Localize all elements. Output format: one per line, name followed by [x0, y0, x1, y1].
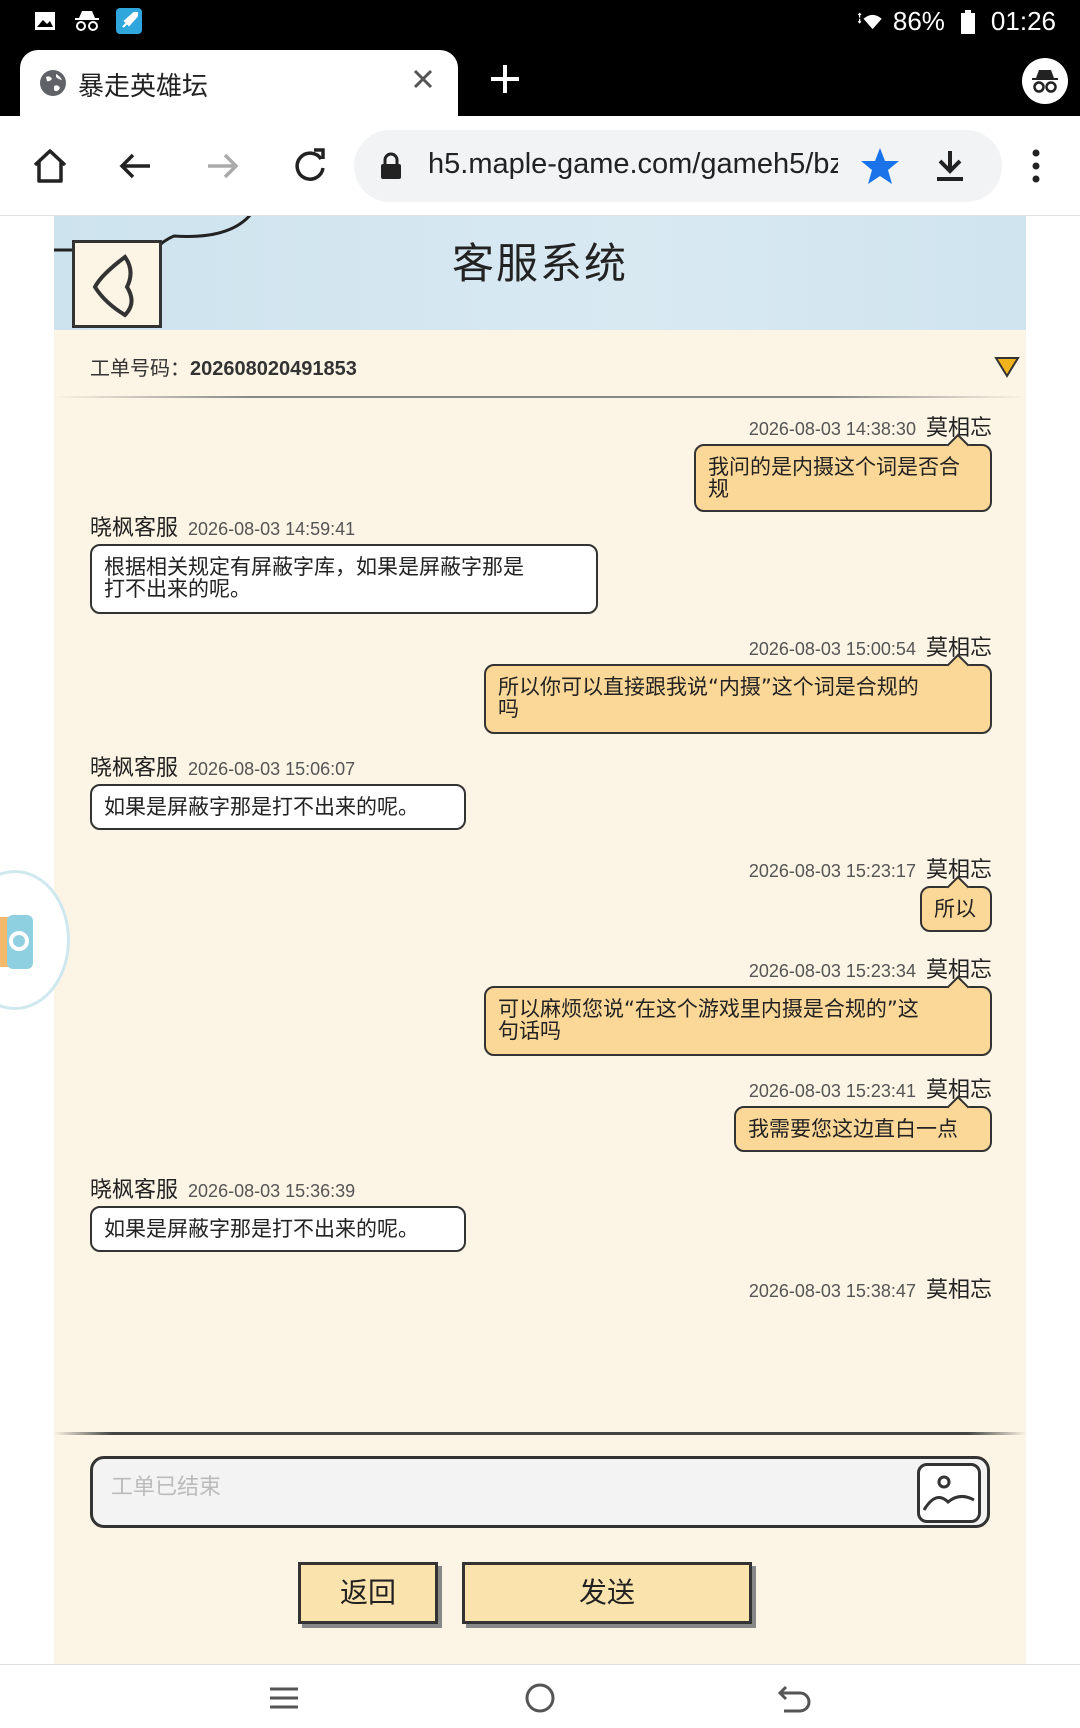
message-meta: 晓枫客服 2026-08-03 15:36:39: [90, 1178, 356, 1203]
recents-icon[interactable]: [266, 1681, 302, 1715]
battery-icon: [955, 9, 981, 35]
new-tab-icon[interactable]: [488, 62, 522, 96]
browser-toolbar: h5.maple-game.com/gameh5/bz: [0, 116, 1080, 216]
message-meta: 晓枫客服 2026-08-03 14:59:41: [90, 516, 356, 541]
page-title: 客服系统: [451, 239, 628, 288]
download-icon[interactable]: [932, 148, 968, 184]
message-meta: 晓枫客服 2026-08-03 15:06:07: [90, 756, 356, 781]
forward-arrow-icon[interactable]: [202, 146, 242, 186]
my-message-bubble: 我问的是内摄这个词是否合规: [694, 444, 992, 512]
browser-tab[interactable]: 暴走英雄坛: [20, 50, 458, 116]
lock-icon[interactable]: [380, 152, 402, 180]
system-nav-bar: [0, 1664, 1080, 1728]
incognito-icon: [74, 8, 100, 34]
header-divider: [54, 396, 1026, 398]
gallery-icon: [32, 8, 58, 34]
floating-assistant-button[interactable]: [0, 870, 70, 1010]
ticket-label: 工单号码：: [90, 356, 190, 380]
my-message-bubble: 可以麻烦您说“在这个游戏里内摄是合规的”这 句话吗: [484, 986, 992, 1056]
composer-divider: [54, 1432, 1026, 1435]
rocket-app-icon: [116, 8, 142, 34]
back-button[interactable]: 返回: [298, 1562, 438, 1624]
clock: 01:26: [990, 6, 1056, 36]
status-bar: 86% 01:26: [0, 0, 1080, 46]
home-icon[interactable]: [30, 146, 70, 186]
support-message-bubble: 根据相关规定有屏蔽字库，如果是屏蔽字那是 打不出来的呢。: [90, 544, 598, 614]
globe-icon: [40, 70, 66, 96]
my-message-bubble: 所以你可以直接跟我说“内摄”这个词是合规的吗: [484, 664, 992, 734]
ticket-number: 工单号码：202608020491853: [90, 352, 357, 381]
battery-percent: 86%: [892, 6, 945, 36]
input-placeholder: 工单已结束: [111, 1475, 222, 1500]
bookmark-star-icon[interactable]: [860, 146, 900, 186]
more-menu-icon[interactable]: [1016, 146, 1056, 186]
my-message-bubble: 所以: [920, 886, 992, 932]
send-button[interactable]: 发送: [462, 1562, 752, 1624]
ticket-value: 202608020491853: [190, 358, 357, 380]
message-input[interactable]: 工单已结束: [90, 1456, 990, 1528]
tab-strip: 暴走英雄坛: [0, 46, 1080, 116]
reload-icon[interactable]: [290, 146, 330, 186]
chat-log[interactable]: 2026-08-03 14:38:30 莫相忘 我问的是内摄这个词是否合规 晓枫…: [54, 400, 1026, 1400]
image-upload-button[interactable]: [917, 1463, 981, 1523]
message-meta: 2026-08-03 15:38:47 莫相忘: [748, 1278, 992, 1303]
tab-title: 暴走英雄坛: [78, 72, 209, 102]
wifi-icon: [857, 9, 883, 35]
close-tab-icon[interactable]: [408, 64, 438, 94]
incognito-badge-icon[interactable]: [1022, 58, 1068, 104]
url-text[interactable]: h5.maple-game.com/gameh5/bz: [428, 148, 838, 184]
support-message-bubble: 如果是屏蔽字那是打不出来的呢。: [90, 1206, 466, 1252]
my-message-bubble: 我需要您这边直白一点: [734, 1106, 992, 1152]
support-message-bubble: 如果是屏蔽字那是打不出来的呢。: [90, 784, 466, 830]
assistant-logo-icon: [0, 915, 33, 969]
home-circle-icon[interactable]: [522, 1681, 558, 1715]
back-arrow-icon[interactable]: [116, 146, 156, 186]
dropdown-triangle-icon[interactable]: [994, 356, 1020, 378]
image-icon: [922, 1475, 975, 1511]
page-header: 客服系统: [54, 216, 1026, 330]
web-page: 客服系统 工单号码：202608020491853 2026-08-03 14:…: [54, 216, 1026, 1664]
back-nav-icon[interactable]: [776, 1681, 812, 1715]
address-bar[interactable]: h5.maple-game.com/gameh5/bz: [354, 130, 1002, 202]
